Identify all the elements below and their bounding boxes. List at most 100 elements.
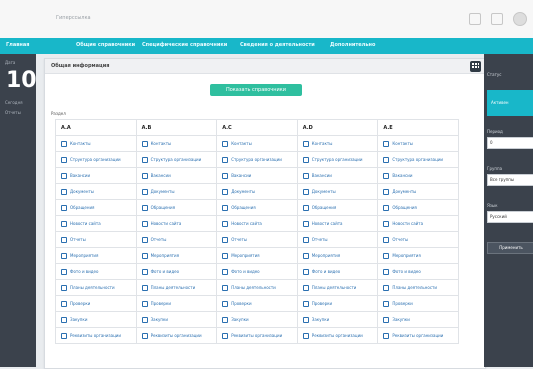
table-cell-label[interactable]: Проверки <box>151 301 171 306</box>
table-cell[interactable]: Структура организации <box>296 151 379 168</box>
table-cell-label[interactable]: Контакты <box>392 141 413 146</box>
table-cell[interactable]: Контакты <box>377 135 459 152</box>
table-cell-label[interactable]: Отчеты <box>392 237 408 242</box>
table-cell-label[interactable]: Контакты <box>151 141 172 146</box>
table-cell[interactable]: Закупки <box>135 311 218 328</box>
group-select[interactable]: Все группы <box>487 174 533 186</box>
table-cell-label[interactable]: Контакты <box>231 141 252 146</box>
table-cell[interactable]: Отчеты <box>296 231 379 248</box>
table-cell-label[interactable]: Контакты <box>70 141 91 146</box>
table-cell[interactable]: Проверки <box>296 295 379 312</box>
table-cell-label[interactable]: Новости сайта <box>392 221 423 226</box>
table-cell[interactable]: Фото и видео <box>377 263 459 280</box>
table-cell-label[interactable]: Проверки <box>231 301 251 306</box>
nav-item-home[interactable]: Главная <box>6 42 29 48</box>
table-cell[interactable]: Реквизиты организации <box>55 327 137 344</box>
table-cell[interactable]: Фото и видео <box>216 263 298 280</box>
table-cell-label[interactable]: Контакты <box>312 141 333 146</box>
table-cell[interactable]: Обращения <box>55 199 137 216</box>
table-cell[interactable]: Вакансии <box>55 167 137 184</box>
table-cell-label[interactable]: Отчеты <box>70 237 86 242</box>
table-cell-label[interactable]: Планы деятельности <box>392 285 437 290</box>
table-cell[interactable]: Контакты <box>135 135 218 152</box>
nav-item-activity[interactable]: Сведения о деятельности <box>240 42 315 48</box>
table-cell-label[interactable]: Фото и видео <box>312 269 340 274</box>
sidebar-line2[interactable]: Сегодня <box>5 100 23 105</box>
table-cell-label[interactable]: Реквизиты организации <box>231 333 282 338</box>
table-cell[interactable]: Фото и видео <box>55 263 137 280</box>
table-cell[interactable]: Структура организации <box>55 151 137 168</box>
table-cell-label[interactable]: Мероприятия <box>392 253 420 258</box>
table-cell-label[interactable]: Планы деятельности <box>312 285 357 290</box>
table-cell-label[interactable]: Реквизиты организации <box>70 333 121 338</box>
table-cell[interactable]: Контакты <box>55 135 137 152</box>
table-cell[interactable]: Проверки <box>377 295 459 312</box>
table-cell[interactable]: Реквизиты организации <box>296 327 379 344</box>
table-cell[interactable]: Мероприятия <box>55 247 137 264</box>
table-cell[interactable]: Новости сайта <box>377 215 459 232</box>
table-cell[interactable]: Проверки <box>55 295 137 312</box>
grid-icon[interactable] <box>470 61 481 72</box>
table-cell[interactable]: Закупки <box>296 311 379 328</box>
table-cell[interactable]: Проверки <box>135 295 218 312</box>
table-cell-label[interactable]: Отчеты <box>312 237 328 242</box>
table-cell[interactable]: Отчеты <box>135 231 218 248</box>
table-cell[interactable]: Вакансии <box>296 167 379 184</box>
table-cell[interactable]: Отчеты <box>216 231 298 248</box>
table-cell-label[interactable]: Структура организации <box>392 157 443 162</box>
apply-button[interactable]: Применить <box>487 242 533 254</box>
table-cell-label[interactable]: Новости сайта <box>312 221 343 226</box>
table-cell[interactable]: Мероприятия <box>296 247 379 264</box>
table-cell-label[interactable]: Закупки <box>231 317 248 322</box>
table-cell[interactable]: Фото и видео <box>135 263 218 280</box>
table-cell-label[interactable]: Фото и видео <box>392 269 420 274</box>
table-cell-label[interactable]: Документы <box>312 189 336 194</box>
table-cell[interactable]: Планы деятельности <box>216 279 298 296</box>
table-cell-label[interactable]: Мероприятия <box>70 253 98 258</box>
table-cell[interactable]: Закупки <box>216 311 298 328</box>
table-cell[interactable]: Документы <box>216 183 298 200</box>
table-cell[interactable]: Проверки <box>216 295 298 312</box>
table-cell[interactable]: Документы <box>55 183 137 200</box>
table-cell[interactable]: Реквизиты организации <box>216 327 298 344</box>
table-cell-label[interactable]: Структура организации <box>231 157 282 162</box>
table-cell[interactable]: Структура организации <box>135 151 218 168</box>
table-cell-label[interactable]: Обращения <box>312 205 336 210</box>
table-cell-label[interactable]: Документы <box>231 189 255 194</box>
table-cell[interactable]: Контакты <box>216 135 298 152</box>
nav-item-specific[interactable]: Специфические справочники <box>142 42 227 48</box>
table-cell[interactable]: Отчеты <box>55 231 137 248</box>
table-cell[interactable]: Реквизиты организации <box>377 327 459 344</box>
table-cell-label[interactable]: Обращения <box>70 205 94 210</box>
table-cell-label[interactable]: Документы <box>70 189 94 194</box>
table-cell[interactable]: Структура организации <box>377 151 459 168</box>
table-cell[interactable]: Вакансии <box>216 167 298 184</box>
table-cell-label[interactable]: Документы <box>392 189 416 194</box>
table-cell[interactable]: Мероприятия <box>377 247 459 264</box>
table-cell-label[interactable]: Закупки <box>312 317 329 322</box>
table-cell-label[interactable]: Структура организации <box>312 157 363 162</box>
table-cell-label[interactable]: Фото и видео <box>70 269 98 274</box>
table-cell[interactable]: Обращения <box>216 199 298 216</box>
table-cell[interactable]: Новости сайта <box>296 215 379 232</box>
table-cell-label[interactable]: Документы <box>151 189 175 194</box>
table-cell[interactable]: Новости сайта <box>135 215 218 232</box>
table-cell-label[interactable]: Обращения <box>392 205 416 210</box>
table-cell-label[interactable]: Структура организации <box>70 157 121 162</box>
table-cell-label[interactable]: Проверки <box>70 301 90 306</box>
table-cell-label[interactable]: Обращения <box>151 205 175 210</box>
table-cell[interactable]: Обращения <box>296 199 379 216</box>
table-cell-label[interactable]: Закупки <box>151 317 168 322</box>
table-cell[interactable]: Документы <box>296 183 379 200</box>
table-cell[interactable]: Фото и видео <box>296 263 379 280</box>
table-cell[interactable]: Планы деятельности <box>135 279 218 296</box>
sidebar-line3[interactable]: Отчеты <box>5 110 21 115</box>
table-cell-label[interactable]: Реквизиты организации <box>392 333 443 338</box>
table-cell[interactable]: Планы деятельности <box>377 279 459 296</box>
show-references-button[interactable]: Показать справочники <box>210 84 302 96</box>
table-cell[interactable]: Структура организации <box>216 151 298 168</box>
table-cell[interactable]: Новости сайта <box>55 215 137 232</box>
table-cell[interactable]: Планы деятельности <box>55 279 137 296</box>
table-cell-label[interactable]: Новости сайта <box>151 221 182 226</box>
table-cell[interactable]: Контакты <box>296 135 379 152</box>
